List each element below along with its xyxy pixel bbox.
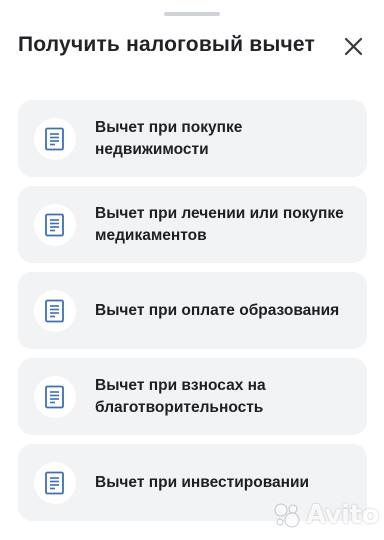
- avito-logo-icon: [274, 503, 300, 528]
- list-item-education[interactable]: Вычет при оплате образования: [18, 272, 367, 349]
- avito-watermark: Avito: [272, 495, 379, 535]
- close-button[interactable]: [340, 33, 368, 61]
- list-item-label: Вычет при лечении или покупке медикамент…: [95, 204, 344, 244]
- icon-circle: [34, 204, 76, 246]
- bottom-sheet: Получить налоговый вычет Вычет при покуп…: [0, 0, 384, 540]
- sheet-title: Получить налоговый вычет: [18, 33, 315, 56]
- watermark-text: Avito: [306, 500, 379, 530]
- list-item-real-estate[interactable]: Вычет при покупке недвижимости: [18, 100, 367, 177]
- list-item-charity[interactable]: Вычет при взносах на благотворительность: [18, 358, 367, 435]
- sheet-drag-handle[interactable]: [164, 12, 220, 16]
- deduction-list: Вычет при покупке недвижимости Вычет при…: [18, 100, 367, 530]
- document-icon: [45, 299, 64, 323]
- document-icon: [45, 471, 64, 495]
- close-icon: [344, 37, 363, 56]
- icon-circle: [34, 118, 76, 160]
- icon-circle: [34, 376, 76, 418]
- icon-circle: [34, 462, 76, 504]
- list-item-label: Вычет при взносах на благотворительность: [95, 376, 266, 416]
- icon-circle: [34, 290, 76, 332]
- list-item-label: Вычет при покупке недвижимости: [95, 118, 243, 158]
- list-item-medical[interactable]: Вычет при лечении или покупке медикамент…: [18, 186, 367, 263]
- document-icon: [45, 213, 64, 237]
- document-icon: [45, 385, 64, 409]
- list-item-label: Вычет при оплате образования: [95, 301, 340, 319]
- document-icon: [45, 127, 64, 151]
